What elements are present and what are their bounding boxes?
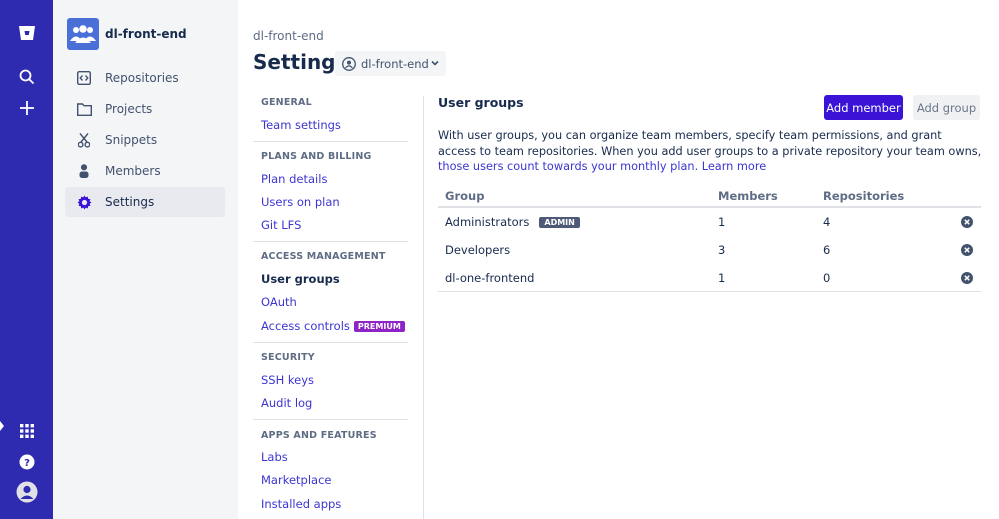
- sidebar-item-label: Repositories: [105, 71, 179, 85]
- section-title-general: GENERAL: [261, 97, 312, 108]
- code-icon: [76, 70, 92, 86]
- column-header-members[interactable]: Members: [718, 189, 778, 203]
- gear-icon: [76, 194, 92, 210]
- profile-avatar-icon[interactable]: [14, 479, 40, 505]
- team-name: dl-front-end: [105, 27, 187, 41]
- nav-link-plan-details[interactable]: Plan details: [261, 172, 327, 186]
- app-switcher-icon[interactable]: [14, 418, 40, 444]
- sidebar-item-label: Projects: [105, 102, 153, 116]
- breadcrumb[interactable]: dl-front-end: [253, 29, 324, 43]
- repo-select-value: dl-front-end: [361, 56, 429, 71]
- team-avatar: [67, 18, 99, 50]
- table-row: Developers 3 6: [438, 236, 981, 264]
- collapse-handle[interactable]: [0, 420, 4, 431]
- premium-badge: PREMIUM: [353, 321, 405, 332]
- table-header: Group Members Repositories: [438, 183, 981, 208]
- nav-link-oauth[interactable]: OAuth: [261, 295, 297, 309]
- learn-more-link[interactable]: Learn more: [702, 160, 766, 173]
- nav-link-access-controls[interactable]: Access controls PREMIUM: [261, 319, 405, 333]
- scissors-icon: [76, 132, 92, 148]
- table-row: Administrators ADMIN 1 4: [438, 208, 981, 236]
- description-text: With user groups, you can organize team …: [438, 129, 982, 158]
- section-heading: User groups: [438, 95, 524, 110]
- delete-group-icon[interactable]: [961, 216, 973, 228]
- column-header-repositories[interactable]: Repositories: [823, 189, 904, 203]
- group-name-link[interactable]: Developers: [445, 243, 510, 257]
- nav-link-audit-log[interactable]: Audit log: [261, 396, 312, 410]
- members-count: 3: [718, 243, 726, 257]
- section-title-security: SECURITY: [261, 352, 315, 363]
- members-count: 1: [718, 215, 726, 229]
- container-sidebar: dl-front-end Repositories Projects Snipp…: [53, 0, 238, 519]
- group-name-link[interactable]: Administrators: [445, 215, 529, 229]
- description: With user groups, you can organize team …: [438, 128, 983, 175]
- workspace-icon: [342, 56, 356, 71]
- nav-link-ssh-keys[interactable]: SSH keys: [261, 373, 314, 387]
- global-nav: ?: [0, 0, 53, 519]
- page-title: Settings: [253, 50, 348, 74]
- sidebar-item-projects[interactable]: Projects: [65, 94, 225, 124]
- section-title-plans-billing: PLANS AND BILLING: [261, 151, 372, 162]
- members-count: 1: [718, 271, 726, 285]
- repo-select[interactable]: dl-front-end: [335, 51, 446, 76]
- table-row: dl-one-frontend 1 0: [438, 264, 981, 292]
- person-icon: [76, 163, 92, 179]
- nav-link-users-on-plan[interactable]: Users on plan: [261, 195, 340, 209]
- nav-link-git-lfs[interactable]: Git LFS: [261, 218, 301, 232]
- help-icon[interactable]: ?: [14, 449, 40, 475]
- settings-nav-border: [423, 96, 424, 519]
- group-cell: Administrators ADMIN: [445, 215, 580, 229]
- repositories-count: 4: [823, 215, 831, 229]
- section-title-apps-features: APPS AND FEATURES: [261, 430, 377, 441]
- sidebar-item-label: Snippets: [105, 133, 158, 147]
- delete-group-icon[interactable]: [961, 272, 973, 284]
- divider: [253, 419, 408, 420]
- admin-badge: ADMIN: [539, 217, 580, 228]
- folder-icon: [76, 101, 92, 117]
- nav-link-marketplace[interactable]: Marketplace: [261, 473, 331, 487]
- plan-count-link[interactable]: those users count towards your monthly p…: [438, 160, 698, 173]
- chevron-down-icon: [430, 57, 440, 72]
- nav-link-team-settings[interactable]: Team settings: [261, 118, 341, 132]
- repositories-count: 0: [823, 271, 831, 285]
- sidebar-item-snippets[interactable]: Snippets: [65, 125, 225, 155]
- bitbucket-logo-icon[interactable]: [14, 20, 40, 46]
- divider: [253, 342, 408, 343]
- section-title-access-management: ACCESS MANAGEMENT: [261, 251, 386, 262]
- add-group-button[interactable]: Add group: [913, 95, 980, 120]
- nav-link-installed-apps[interactable]: Installed apps: [261, 497, 341, 511]
- delete-group-icon[interactable]: [961, 244, 973, 256]
- nav-link-user-groups[interactable]: User groups: [261, 272, 340, 286]
- search-icon[interactable]: [14, 64, 40, 90]
- add-member-button[interactable]: Add member: [824, 95, 903, 120]
- group-name-link[interactable]: dl-one-frontend: [445, 271, 534, 285]
- user-groups-table: Group Members Repositories Administrator…: [438, 183, 981, 292]
- nav-link-label: Access controls: [261, 319, 350, 333]
- create-plus-icon[interactable]: [14, 95, 40, 121]
- repositories-count: 6: [823, 243, 831, 257]
- sidebar-item-label: Members: [105, 164, 161, 178]
- sidebar-item-label: Settings: [105, 195, 155, 209]
- sidebar-item-settings[interactable]: Settings: [65, 187, 225, 217]
- nav-link-labs[interactable]: Labs: [261, 450, 288, 464]
- divider: [253, 141, 408, 142]
- svg-text:?: ?: [24, 458, 30, 469]
- divider: [253, 241, 408, 242]
- column-header-group[interactable]: Group: [445, 189, 484, 203]
- team-header[interactable]: dl-front-end: [67, 18, 187, 50]
- sidebar-item-repositories[interactable]: Repositories: [65, 63, 225, 93]
- sidebar-item-members[interactable]: Members: [65, 156, 225, 186]
